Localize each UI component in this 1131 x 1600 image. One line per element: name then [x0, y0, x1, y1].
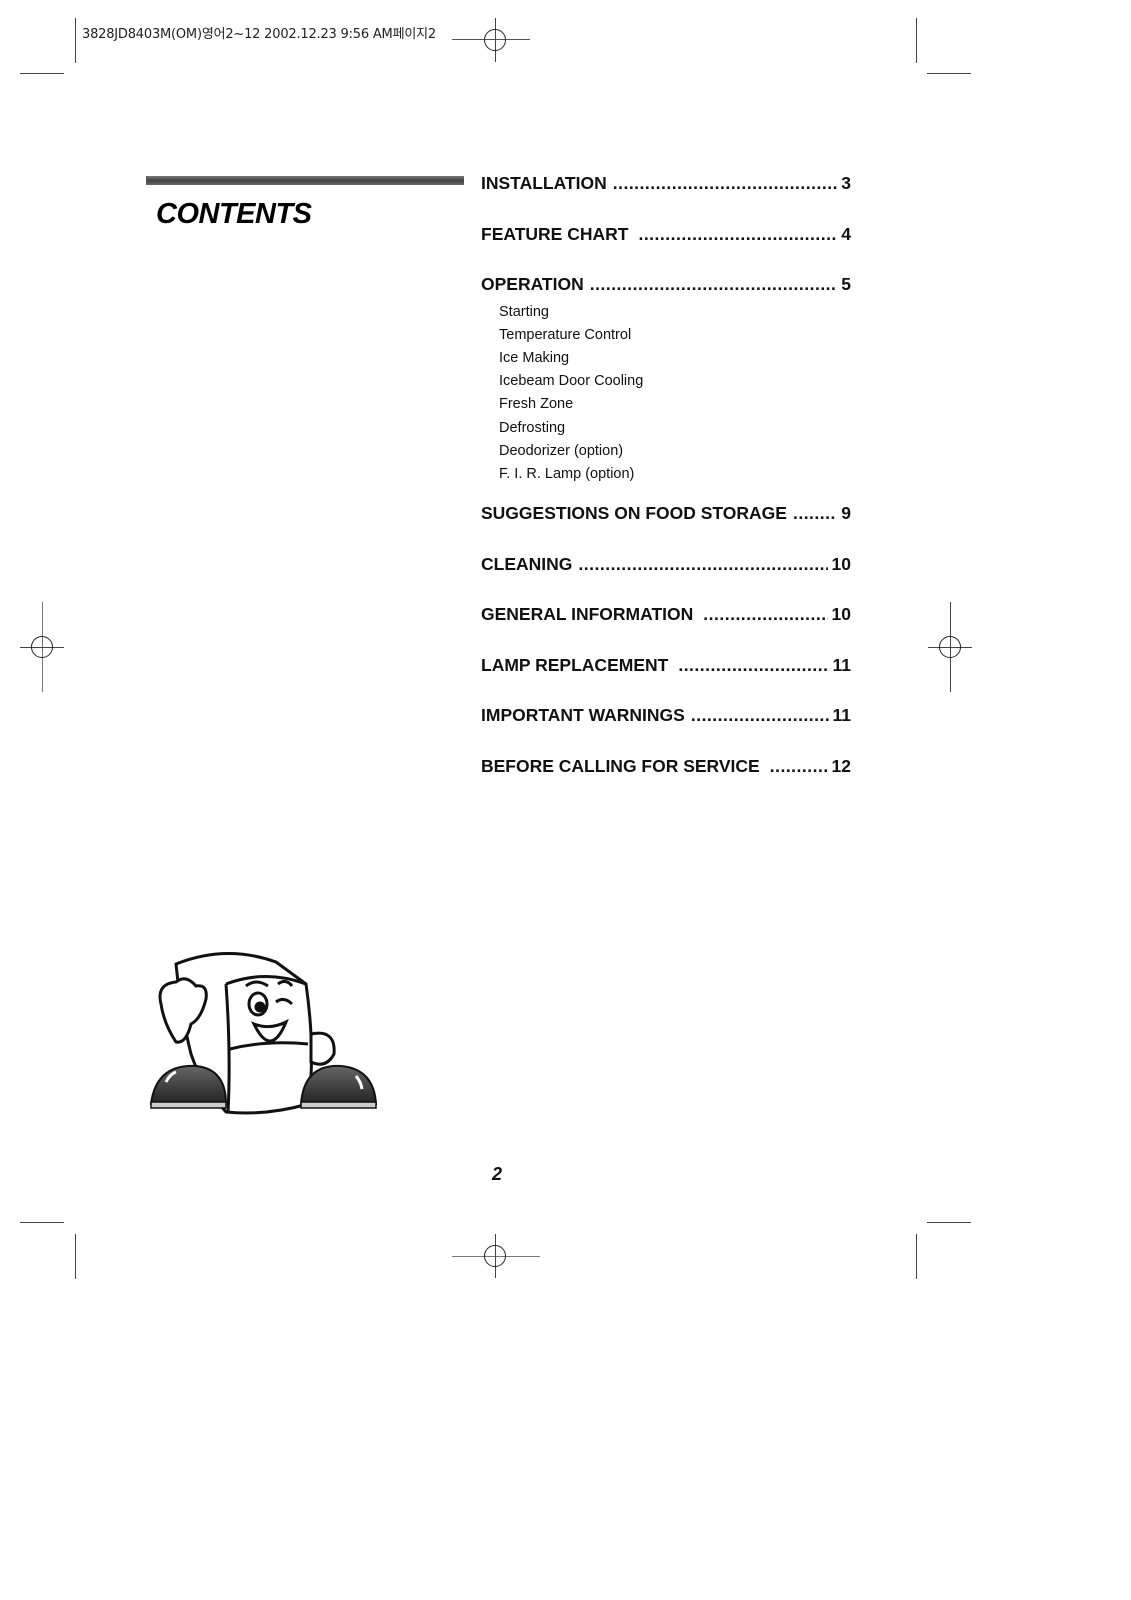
toc-entry-installation[interactable]: INSTALLATION 3 — [481, 172, 851, 223]
toc-label: FEATURE CHART — [481, 223, 629, 244]
toc-leader — [678, 654, 828, 676]
table-of-contents: INSTALLATION3 FEATURE CHART4 OPERATION5 … — [481, 172, 851, 805]
toc-leader — [703, 603, 827, 625]
print-slug: 3828JD8403M(OM)영어2~12 2002.12.23 9:56 AM… — [82, 27, 436, 42]
toc-page: 5 — [841, 274, 851, 294]
refrigerator-mascot-illustration — [149, 951, 378, 1115]
toc-label: INSTALLATION — [481, 173, 607, 193]
title-rule — [146, 176, 464, 185]
toc-page: 4 — [841, 223, 851, 244]
toc-label: SUGGESTIONS ON FOOD STORAGE — [481, 503, 787, 524]
crop-mark-bottom-right-horizontal — [927, 1222, 971, 1223]
crop-mark-top-right-vertical — [916, 18, 917, 63]
toc-entry-before-calling-service[interactable]: BEFORE CALLING FOR SERVICE 12 — [481, 755, 851, 806]
toc-entry-feature-chart[interactable]: FEATURE CHART 4 — [481, 223, 851, 274]
crop-mark-top-left-horizontal — [20, 73, 64, 74]
crop-mark-bottom-right-vertical — [916, 1234, 917, 1279]
toc-subitem[interactable]: Deodorizer (option) — [499, 440, 851, 463]
toc-page: 11 — [832, 705, 852, 726]
toc-entry-general-information[interactable]: GENERAL INFORMATION 10 — [481, 603, 851, 654]
toc-subitem[interactable]: Icebeam Door Cooling — [499, 370, 851, 393]
crop-mark-bottom-left-vertical — [75, 1234, 76, 1279]
fridge-hand-right — [309, 1031, 336, 1066]
crop-mark-top-right-horizontal — [927, 73, 971, 74]
toc-leader — [770, 755, 828, 777]
toc-label: CLEANING — [481, 553, 573, 574]
toc-subitem[interactable]: Defrosting — [499, 417, 851, 440]
toc-subitem[interactable]: F. I. R. Lamp (option) — [499, 463, 851, 486]
toc-leader — [638, 223, 837, 245]
toc-label: BEFORE CALLING FOR SERVICE — [481, 755, 760, 776]
toc-subitem[interactable]: Ice Making — [499, 347, 851, 370]
toc-page: 10 — [831, 553, 851, 574]
toc-leader — [793, 502, 837, 524]
page-number: 2 — [492, 1164, 503, 1184]
toc-page: 12 — [831, 755, 851, 776]
toc-label: IMPORTANT WARNINGS — [481, 705, 685, 726]
toc-page: 9 — [841, 503, 851, 524]
toc-label: OPERATION — [481, 274, 584, 294]
toc-page: 3 — [841, 173, 851, 193]
operation-subitems: Starting Temperature Control Ice Making … — [499, 301, 851, 487]
toc-leader — [613, 172, 838, 194]
toc-entry-food-storage[interactable]: SUGGESTIONS ON FOOD STORAGE 9 — [481, 502, 851, 553]
toc-label: GENERAL INFORMATION — [481, 604, 694, 625]
toc-entry-lamp-replacement[interactable]: LAMP REPLACEMENT 11 — [481, 654, 851, 705]
toc-subitem[interactable]: Starting — [499, 301, 851, 324]
toc-entry-cleaning[interactable]: CLEANING 10 — [481, 553, 851, 604]
toc-label: LAMP REPLACEMENT — [481, 654, 669, 675]
toc-page: 11 — [832, 654, 852, 675]
toc-page: 10 — [831, 604, 851, 625]
toc-leader — [590, 273, 838, 295]
toc-subitem[interactable]: Fresh Zone — [499, 393, 851, 416]
toc-leader — [691, 704, 829, 726]
toc-entry-important-warnings[interactable]: IMPORTANT WARNINGS 11 — [481, 704, 851, 755]
crop-mark-bottom-left-horizontal — [20, 1222, 64, 1223]
page-title: CONTENTS — [156, 198, 312, 230]
toc-leader — [578, 553, 827, 575]
toc-subitem[interactable]: Temperature Control — [499, 324, 851, 347]
crop-mark-top-left-vertical — [75, 18, 76, 63]
